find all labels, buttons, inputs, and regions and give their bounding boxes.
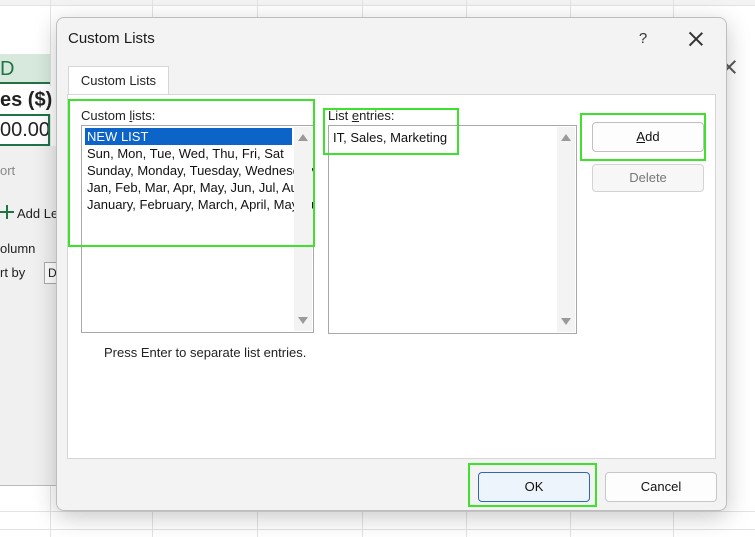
sort-by-label: rt by bbox=[0, 265, 26, 280]
list-item[interactable]: NEW LIST bbox=[85, 128, 292, 145]
custom-lists-label: Custom lists: bbox=[81, 108, 155, 123]
list-item[interactable]: Jan, Feb, Mar, Apr, May, Jun, Jul, Aug, … bbox=[85, 179, 313, 196]
add-level-button[interactable]: Add Le bbox=[17, 206, 58, 221]
help-button[interactable]: ? bbox=[633, 28, 653, 50]
sort-label: ort bbox=[0, 163, 16, 178]
ok-button[interactable]: OK bbox=[478, 472, 590, 502]
hint-text: Press Enter to separate list entries. bbox=[104, 345, 307, 360]
gridline bbox=[0, 529, 755, 530]
list-item[interactable]: January, February, March, April, May, Ju… bbox=[85, 196, 313, 213]
add-button[interactable]: Add bbox=[592, 122, 704, 152]
label-text: List bbox=[328, 108, 352, 123]
close-button[interactable] bbox=[685, 28, 707, 50]
scroll-down-icon[interactable] bbox=[561, 318, 571, 325]
cancel-button[interactable]: Cancel bbox=[605, 472, 717, 502]
label-text: ntries: bbox=[359, 108, 395, 123]
label-text: ists: bbox=[132, 108, 156, 123]
selected-cell[interactable]: 00.00 bbox=[0, 114, 50, 146]
tab-custom-lists[interactable]: Custom Lists bbox=[68, 66, 169, 94]
sales-header-cell[interactable]: es ($) bbox=[0, 86, 52, 114]
list-entries-textarea[interactable]: IT, Sales, Marketing bbox=[328, 125, 577, 334]
label-text: Custom bbox=[81, 108, 130, 123]
dialog-title: Custom Lists bbox=[68, 30, 155, 47]
custom-lists-dialog: Custom Lists ? Custom Lists Custom lists… bbox=[56, 17, 727, 511]
column-header-d[interactable]: D bbox=[0, 54, 50, 84]
label-accelerator: e bbox=[351, 108, 360, 123]
list-entries-value: IT, Sales, Marketing bbox=[333, 130, 448, 145]
plus-icon bbox=[0, 205, 14, 219]
list-item[interactable]: Sunday, Monday, Tuesday, Wednesday, Thur… bbox=[85, 162, 313, 179]
button-label: dd bbox=[645, 129, 660, 144]
delete-button[interactable]: Delete bbox=[592, 164, 704, 192]
ribbon-edge bbox=[0, 0, 755, 6]
list-entries-label: List entries: bbox=[328, 108, 394, 123]
scroll-down-icon[interactable] bbox=[298, 317, 308, 324]
button-accelerator: A bbox=[636, 129, 646, 144]
list-item[interactable]: Sun, Mon, Tue, Wed, Thu, Fri, Sat bbox=[85, 145, 292, 162]
vertical-scrollbar[interactable] bbox=[294, 127, 312, 331]
scroll-up-icon[interactable] bbox=[298, 134, 308, 141]
sort-dialog-behind bbox=[0, 146, 60, 486]
scroll-up-icon[interactable] bbox=[561, 134, 571, 141]
column-label: olumn bbox=[0, 241, 36, 256]
custom-lists-listbox[interactable]: NEW LIST Sun, Mon, Tue, Wed, Thu, Fri, S… bbox=[81, 125, 314, 333]
gridline bbox=[0, 511, 755, 512]
dialog-titlebar: Custom Lists ? bbox=[57, 18, 726, 60]
vertical-scrollbar[interactable] bbox=[557, 127, 575, 332]
